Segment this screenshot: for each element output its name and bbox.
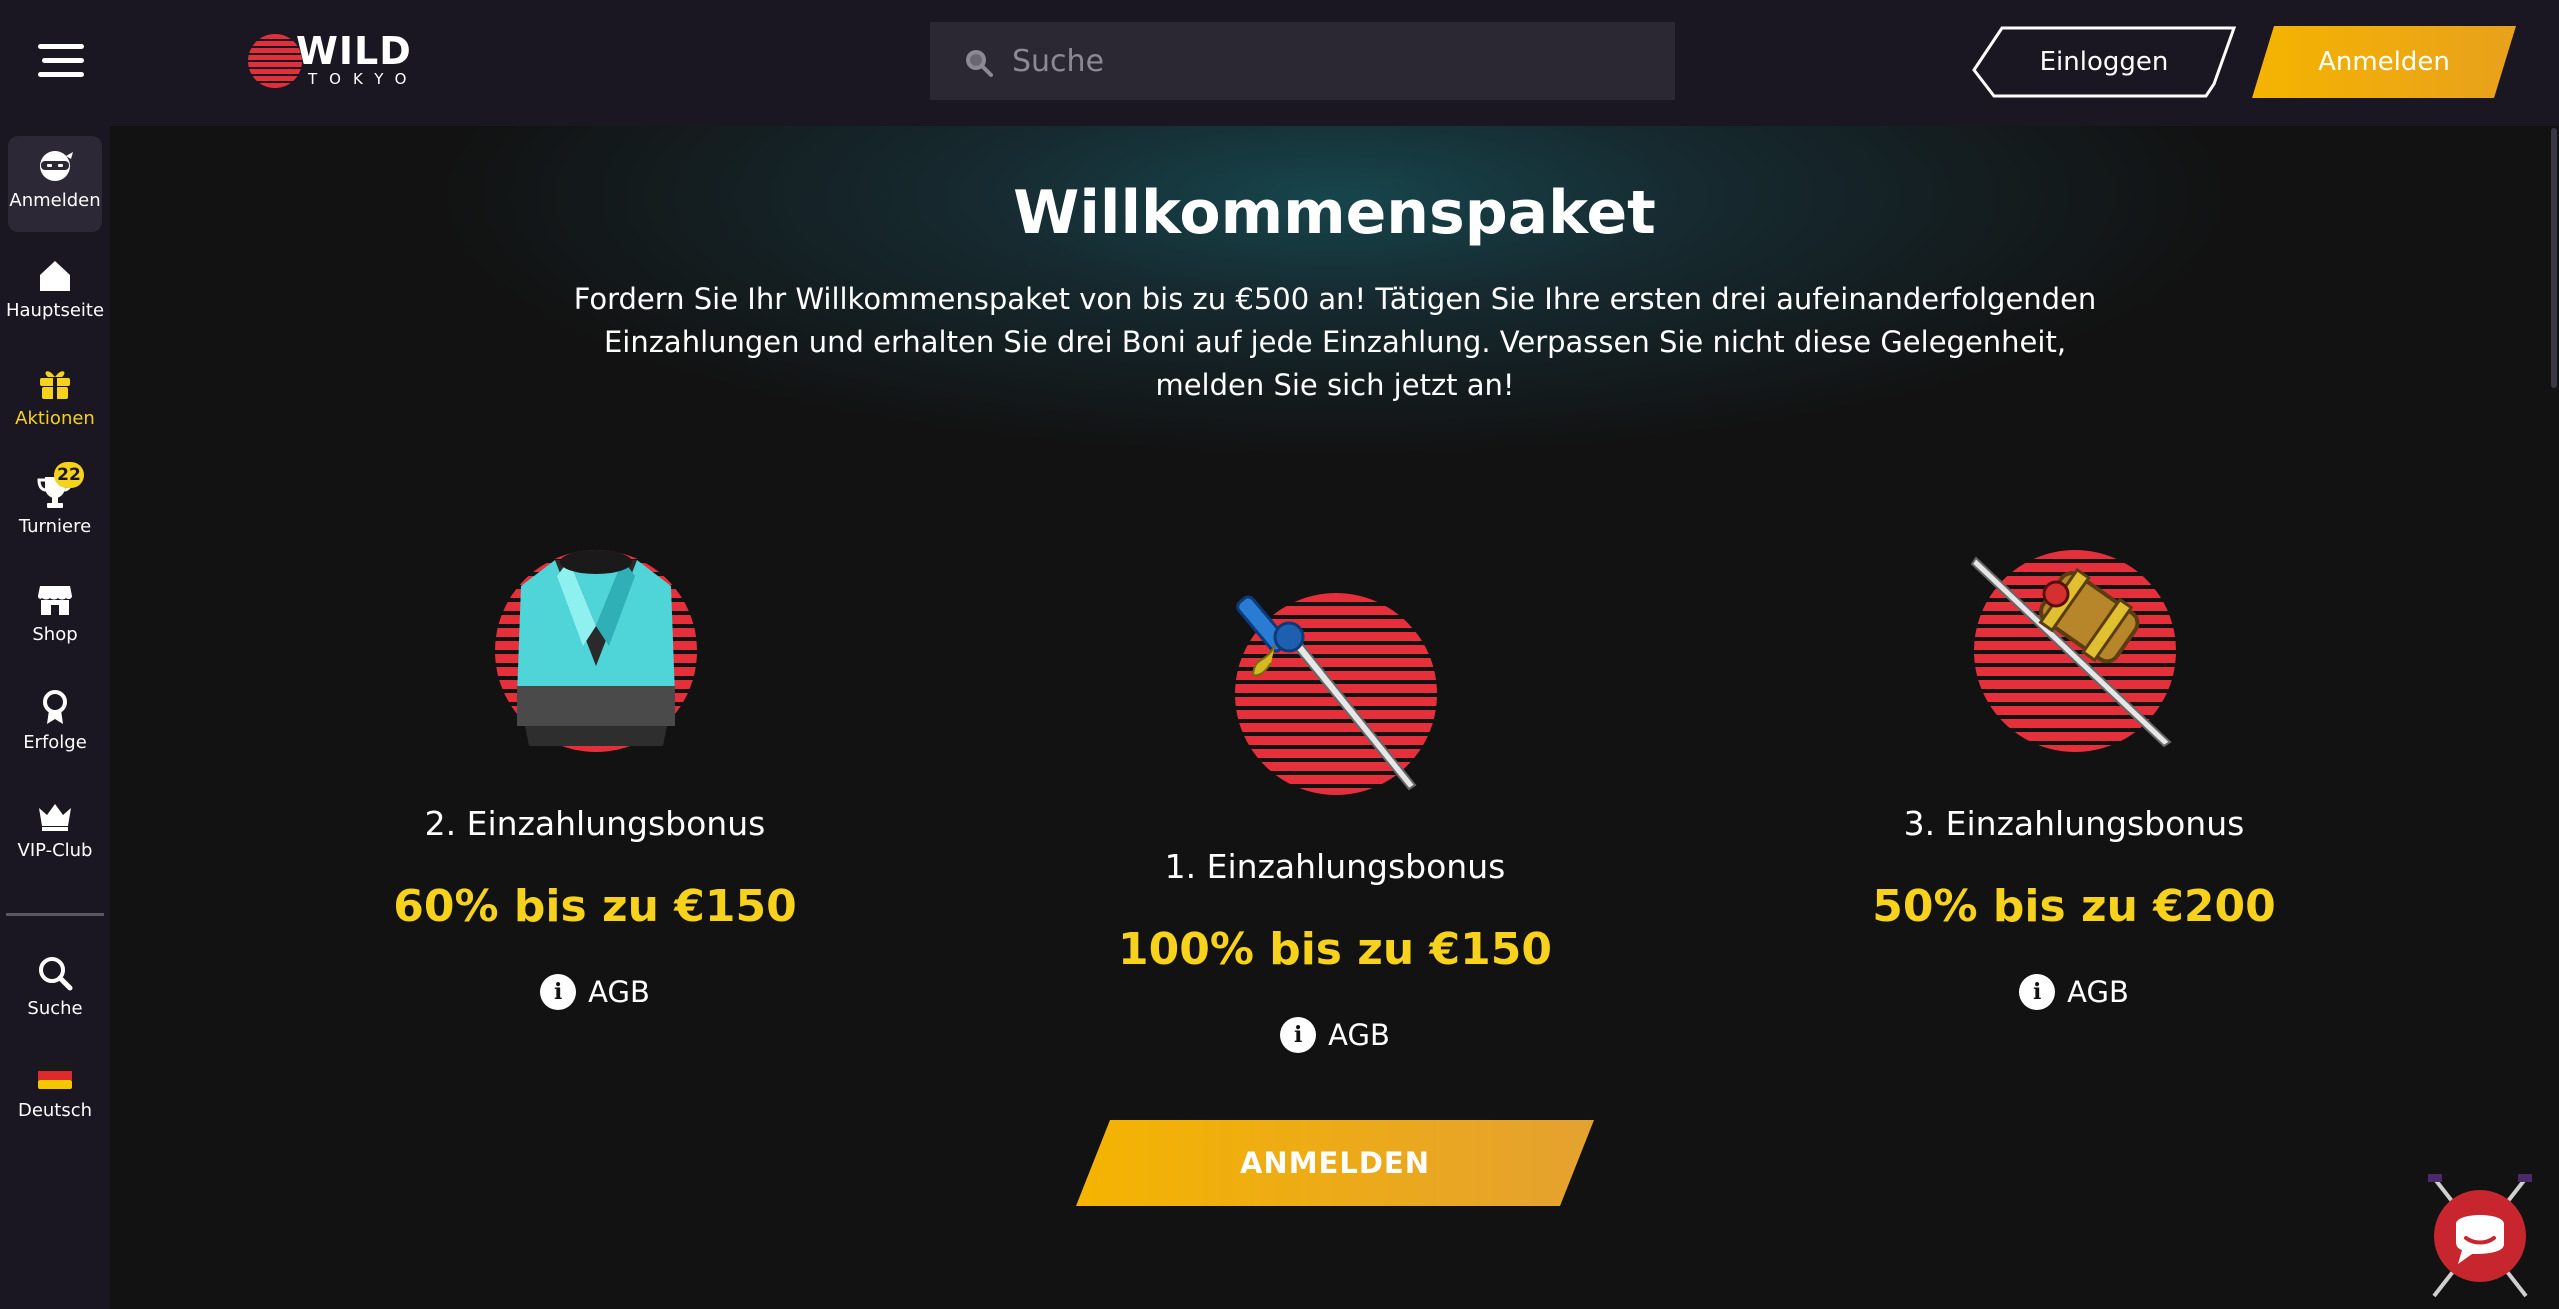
gift-icon [40,371,70,399]
bonus-value: 50% bis zu €200 [1872,881,2276,932]
sword-hammer-icon [1970,556,2172,748]
chat-bubble-icon [2428,1174,2532,1298]
sidebar-item-label: Deutsch [17,1100,93,1121]
sidebar-item-label: Turniere [18,516,92,537]
sidebar-item-deutsch[interactable]: Deutsch [8,1046,102,1142]
logo-word: WILD [296,29,412,73]
hamburger-menu-icon[interactable] [38,44,88,78]
wild-tokyo-logo[interactable]: WILD TOKYO [248,30,418,92]
sidebar-item-label: VIP-Club [17,840,93,861]
sidebar-item-label: Suche [27,998,83,1019]
search-icon [966,50,993,77]
terms-link[interactable]: i AGB [540,974,650,1010]
crown-icon [39,804,71,831]
info-icon: i [1280,1017,1317,1053]
bonus-name: 3. Einzahlungsbonus [1903,804,2245,843]
sidebar-item-suche[interactable]: Suche [8,944,102,1040]
terms-link[interactable]: i AGB [2019,974,2129,1010]
sidebar-item-label: Anmelden [9,190,101,211]
home-icon [40,261,70,291]
sidebar-item-turniere[interactable]: 22 Turniere [8,462,102,558]
sidebar-item-label: Erfolge [23,732,87,753]
login-button-label: Einloggen [2039,47,2169,77]
sidebar-item-anmelden[interactable]: Anmelden [8,136,102,232]
register-button-label: Anmelden [2318,47,2450,77]
terms-label: AGB [2067,975,2129,1009]
sidebar-item-vip-club[interactable]: VIP-Club [8,786,102,882]
logo-subword: TOKYO [308,70,419,88]
germany-flag-icon [38,1062,72,1089]
search-icon [39,957,73,991]
bonus-name: 1. Einzahlungsbonus [1164,847,1506,886]
info-icon: i [2019,974,2056,1010]
search-input[interactable] [1012,38,1632,84]
medal-icon [43,690,67,724]
bonus-card-3: 3. Einzahlungsbonus 50% bis zu €200 i AG… [1794,550,2354,1010]
info-icon: i [540,974,577,1010]
trophy-icon: 22 [36,462,84,510]
live-chat-button[interactable] [2420,1172,2540,1302]
register-button[interactable]: Anmelden [2252,26,2516,98]
sidebar-item-label: Aktionen [15,408,95,429]
top-header: WILD TOKYO Einloggen Anmelden [0,0,2559,126]
tournament-count-badge: 22 [54,462,84,488]
sidebar-item-shop[interactable]: Shop [8,570,102,666]
terms-link[interactable]: i AGB [1280,1017,1390,1053]
sidebar-item-hauptseite[interactable]: Hauptseite [5,246,105,342]
register-cta-button[interactable]: ANMELDEN [1076,1120,1594,1206]
cta-label: ANMELDEN [1239,1146,1430,1180]
page-scrollbar[interactable] [2551,128,2557,388]
sidebar-item-label: Shop [32,624,78,645]
login-button[interactable]: Einloggen [1972,26,2236,98]
katana-icon [1236,595,1417,791]
bonus-value: 100% bis zu €150 [1117,924,1553,975]
sidebar-item-aktionen[interactable]: Aktionen [8,354,102,450]
bonus-value: 60% bis zu €150 [393,881,797,932]
sidebar-divider [6,913,104,916]
bonus-card-2: 2. Einzahlungsbonus 60% bis zu €150 i AG… [315,550,875,1010]
terms-label: AGB [1328,1018,1390,1052]
kimono-icon [517,550,675,746]
sidebar-item-label: Hauptseite [5,300,105,321]
bonus-name: 2. Einzahlungsbonus [424,804,766,843]
search-bar[interactable] [930,22,1675,100]
bonus-illustration [475,550,715,760]
ninja-icon [40,151,73,181]
page-title: Willkommenspaket [1013,178,1656,248]
terms-label: AGB [588,975,650,1009]
shop-icon [38,586,72,615]
sidebar: Anmelden Hauptseite Aktionen 22 Turniere… [0,126,110,1309]
page-description: Fordern Sie Ihr Willkommenspaket von bis… [573,282,2097,402]
welcome-package-section: Willkommenspaket Fordern Sie Ihr Willkom… [110,126,2559,1309]
sidebar-item-erfolge[interactable]: Erfolge [8,678,102,774]
bonus-card-1: 1. Einzahlungsbonus 100% bis zu €150 i A… [1055,593,1615,1053]
bonus-illustration [1954,550,2194,760]
logo-sun-icon [248,34,302,88]
bonus-illustration [1215,593,1455,803]
